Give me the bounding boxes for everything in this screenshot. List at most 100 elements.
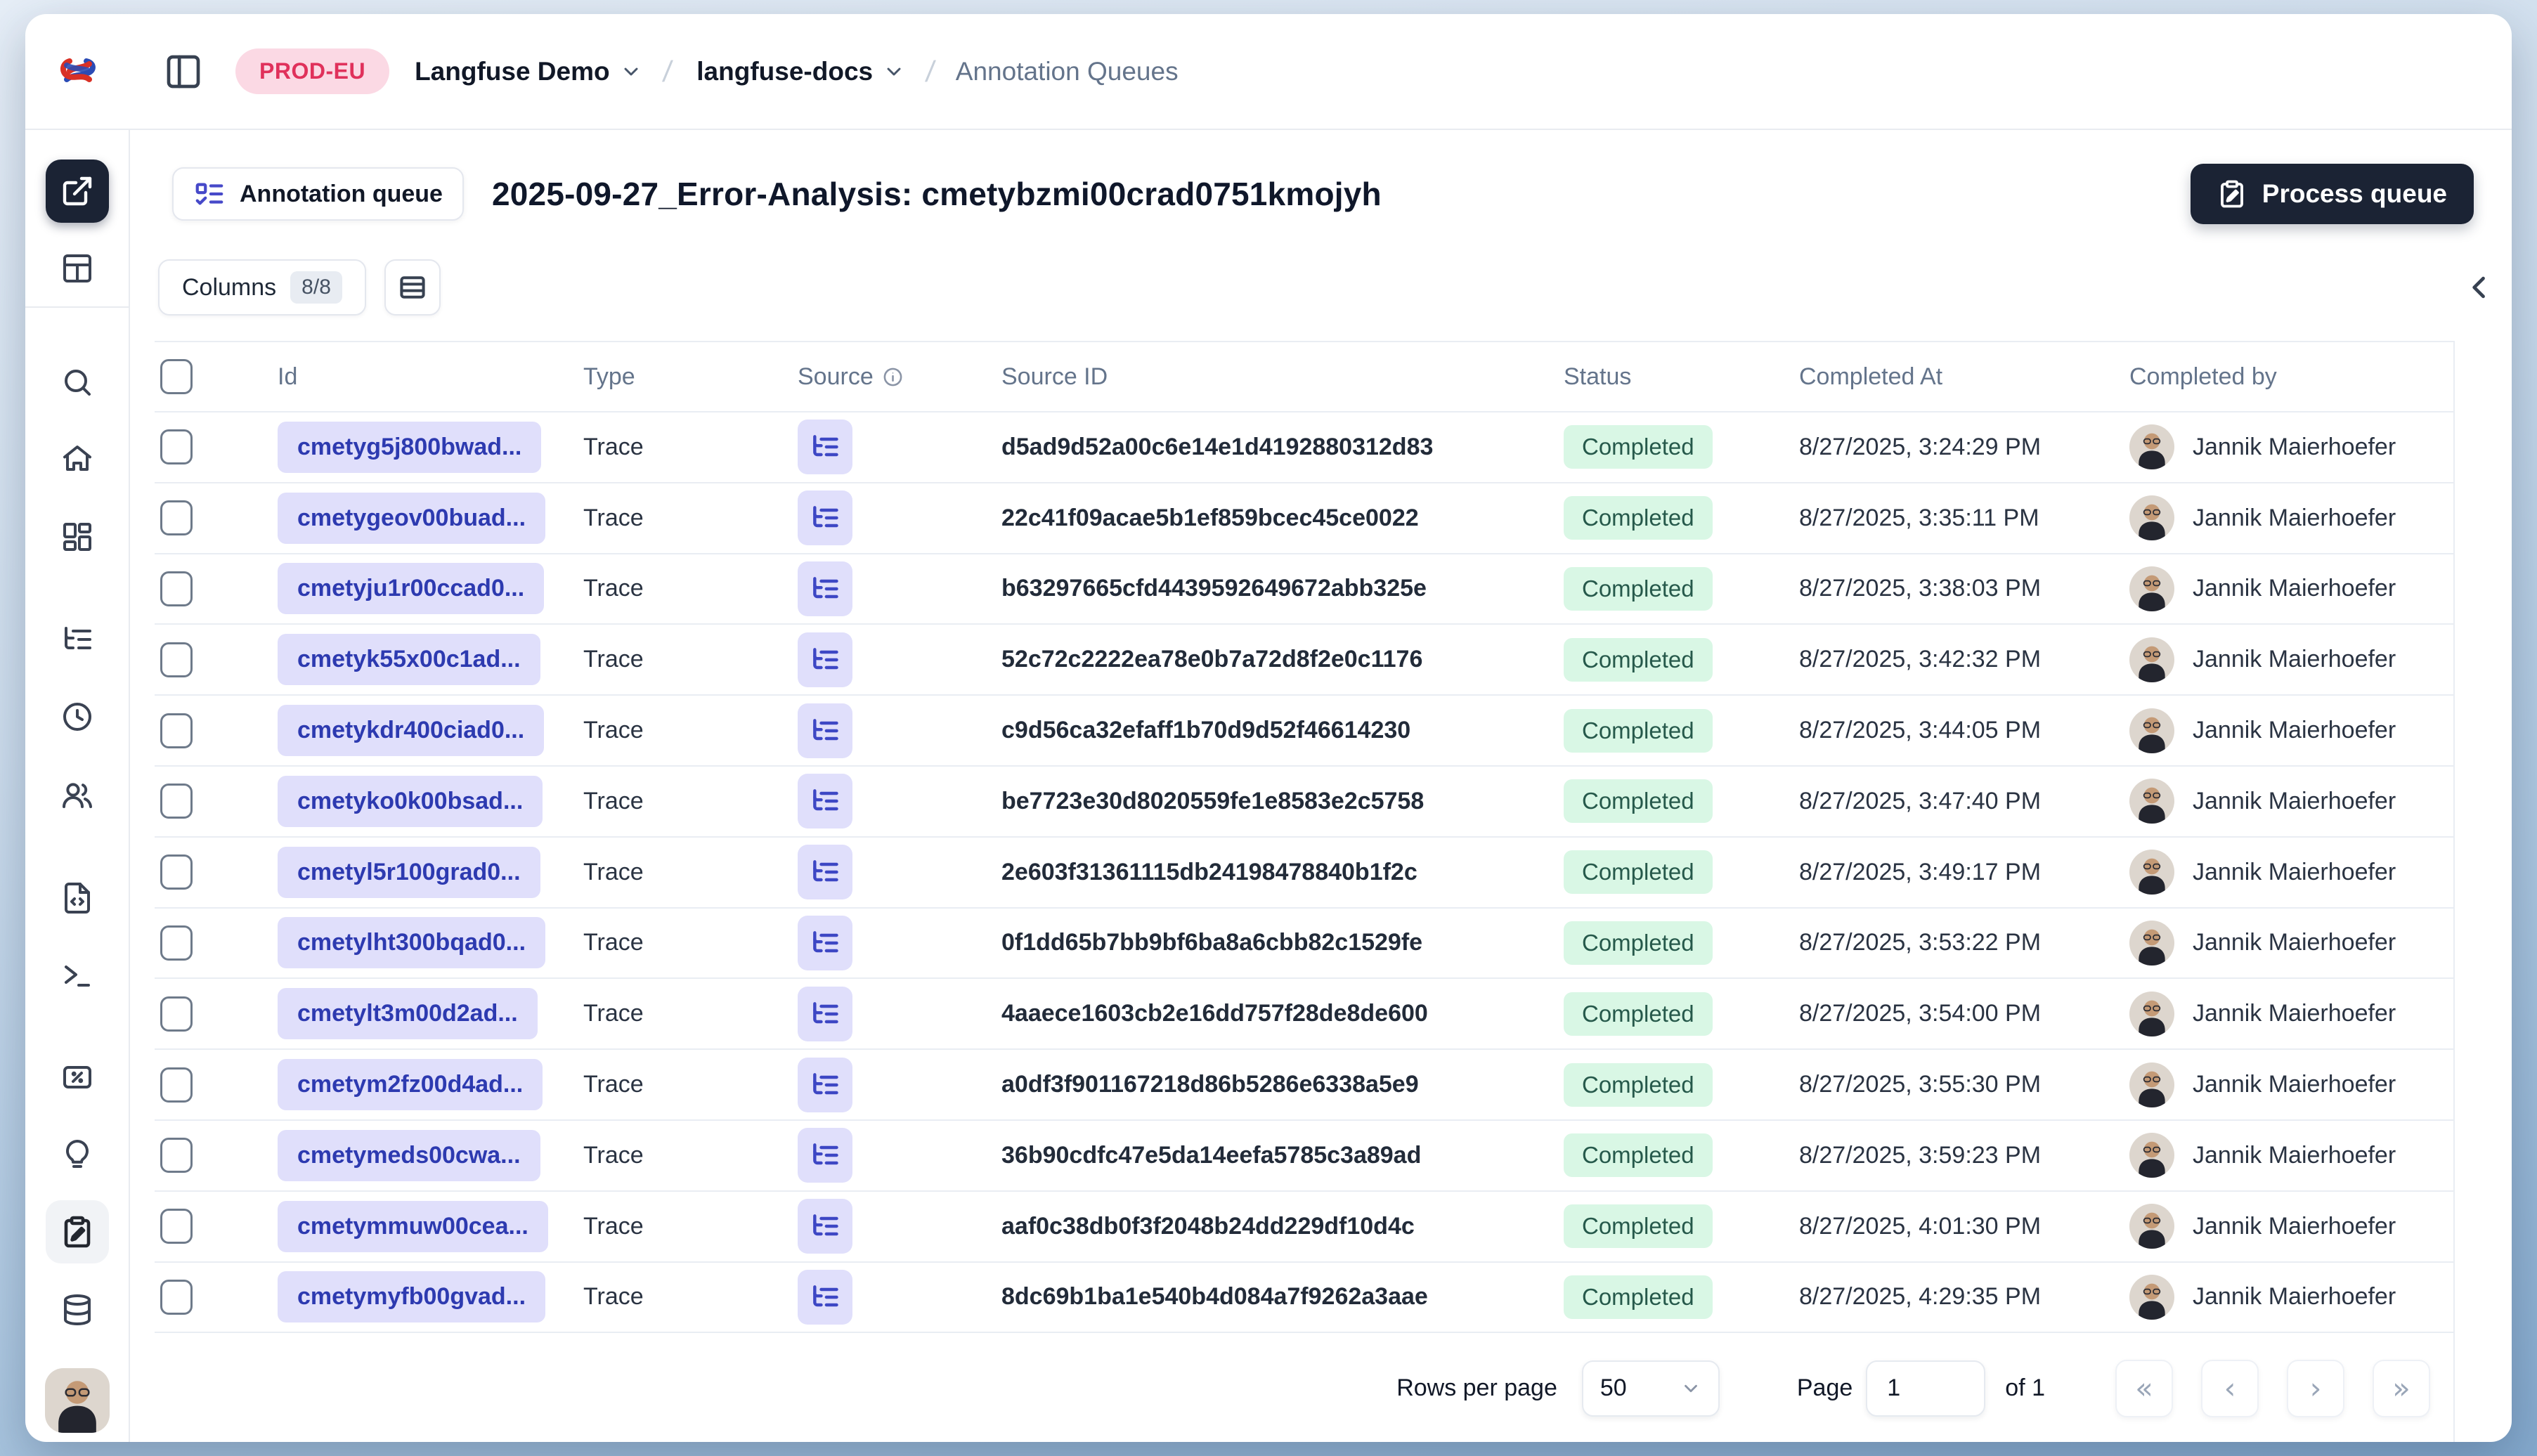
org-selector[interactable]: Langfuse Demo <box>415 57 610 86</box>
row-checkbox[interactable] <box>160 1209 193 1244</box>
header-type[interactable]: Type <box>583 363 798 391</box>
row-checkbox[interactable] <box>160 784 193 819</box>
row-id-link[interactable]: cmetyl5r100grad0... <box>278 846 540 898</box>
row-completed-at: 8/27/2025, 4:01:30 PM <box>1799 1212 2042 1240</box>
table-row[interactable]: cmetyk55x00c1ad... Trace 52c72c2222ea78e… <box>155 625 2453 696</box>
row-id-link[interactable]: cmetyk55x00c1ad... <box>278 634 540 686</box>
row-id-link[interactable]: cmetymmuw00cea... <box>278 1200 548 1252</box>
pagination-controls: « ‹ › » <box>2115 1359 2430 1417</box>
row-id-link[interactable]: cmetym2fz00d4ad... <box>278 1059 543 1111</box>
sidebar-item-search[interactable] <box>46 351 109 414</box>
table-row[interactable]: cmetymeds00cwa... Trace 36b90cdfc47e5da1… <box>155 1120 2453 1192</box>
row-checkbox[interactable] <box>160 500 193 536</box>
row-id-link[interactable]: cmetyko0k00bsad... <box>278 775 543 827</box>
trace-source-icon[interactable] <box>798 1269 852 1325</box>
first-page-button[interactable]: « <box>2115 1359 2173 1417</box>
row-completed-at: 8/27/2025, 3:42:32 PM <box>1799 646 2042 673</box>
sidebar-item-playground[interactable] <box>46 944 109 1007</box>
header-completed-at[interactable]: Completed At <box>1799 363 2129 391</box>
queue-type-badge[interactable]: Annotation queue <box>172 167 464 221</box>
trace-source-icon[interactable] <box>798 420 852 475</box>
table-row[interactable]: cmetyg5j800bwad... Trace d5ad9d52a00c6e1… <box>155 412 2453 483</box>
sidebar-item-tracing[interactable] <box>46 608 109 671</box>
sidebar-item-datasets[interactable] <box>46 1278 109 1341</box>
process-queue-button[interactable]: Process queue <box>2190 164 2474 224</box>
row-checkbox[interactable] <box>160 1138 193 1174</box>
row-checkbox[interactable] <box>160 713 193 748</box>
sidebar-item-home[interactable] <box>46 427 109 490</box>
table-row[interactable]: cmetygeov00buad... Trace 22c41f09acae5b1… <box>155 483 2453 554</box>
row-completed-at: 8/27/2025, 3:53:22 PM <box>1799 929 2042 956</box>
row-id-link[interactable]: cmetymyfb00gvad... <box>278 1271 546 1323</box>
select-all-checkbox[interactable] <box>160 359 193 394</box>
page-number-input[interactable] <box>1866 1360 1986 1417</box>
row-id-link[interactable]: cmetymeds00cwa... <box>278 1129 540 1181</box>
chevron-down-icon[interactable] <box>883 60 905 83</box>
next-page-button[interactable]: › <box>2287 1359 2344 1417</box>
trace-source-icon[interactable] <box>798 490 852 546</box>
trace-source-icon[interactable] <box>798 915 852 970</box>
header-source[interactable]: Source <box>798 363 1001 391</box>
trace-source-icon[interactable] <box>798 1199 852 1254</box>
trace-source-icon[interactable] <box>798 1057 852 1112</box>
table-row[interactable]: cmetylt3m00d2ad... Trace 4aaece1603cb2e1… <box>155 979 2453 1051</box>
sidebar-item-dashboard[interactable] <box>46 505 109 568</box>
table-row[interactable]: cmetyko0k00bsad... Trace be7723e30d80205… <box>155 766 2453 838</box>
previous-page-button[interactable]: ‹ <box>2201 1359 2259 1417</box>
header-completed-by[interactable]: Completed by <box>2129 363 2455 391</box>
trace-source-icon[interactable] <box>798 632 852 687</box>
row-height-button[interactable] <box>384 259 441 316</box>
row-checkbox[interactable] <box>160 1067 193 1103</box>
row-id-link[interactable]: cmetyju1r00ccad0... <box>278 563 545 615</box>
row-completed-by: Jannik Maierhoefer <box>2193 717 2396 744</box>
sidebar-item-open-external[interactable] <box>45 160 109 223</box>
row-id-link[interactable]: cmetylht300bqad0... <box>278 917 546 969</box>
table-row[interactable]: cmetyl5r100grad0... Trace 2e603f31361115… <box>155 837 2453 909</box>
project-selector[interactable]: langfuse-docs <box>696 57 873 86</box>
row-checkbox[interactable] <box>160 996 193 1032</box>
table-row[interactable]: cmetymmuw00cea... Trace aaf0c38db0f3f204… <box>155 1191 2453 1263</box>
sidebar-item-insights[interactable] <box>46 1123 109 1186</box>
trace-source-icon[interactable] <box>798 1128 852 1183</box>
row-id-link[interactable]: cmetykdr400ciad0... <box>278 705 545 757</box>
sidebar-item-prompts[interactable] <box>46 866 109 930</box>
row-checkbox[interactable] <box>160 571 193 606</box>
sidebar-item-sessions[interactable] <box>46 685 109 748</box>
langfuse-knot-logo[interactable] <box>58 56 98 88</box>
user-avatar[interactable] <box>44 1368 110 1433</box>
row-checkbox[interactable] <box>160 1279 193 1315</box>
trace-source-icon[interactable] <box>798 561 852 616</box>
header-source-id[interactable]: Source ID <box>1001 363 1546 391</box>
row-checkbox[interactable] <box>160 854 193 890</box>
last-page-button[interactable]: » <box>2373 1359 2430 1417</box>
row-checkbox[interactable] <box>160 925 193 961</box>
sidebar-item-annotation-queues[interactable] <box>45 1200 109 1263</box>
header-id[interactable]: Id <box>278 363 583 391</box>
rows-per-page-select[interactable]: 50 <box>1581 1360 1720 1417</box>
table-row[interactable]: cmetym2fz00d4ad... Trace a0df3f901167218… <box>155 1050 2453 1121</box>
table-row[interactable]: cmetymyfb00gvad... Trace 8dc69b1ba1e540b… <box>155 1262 2453 1334</box>
status-badge: Completed <box>1564 850 1713 895</box>
trace-source-icon[interactable] <box>798 703 852 758</box>
table-row[interactable]: cmetyju1r00ccad0... Trace b63297665cfd44… <box>155 554 2453 625</box>
columns-button[interactable]: Columns 8/8 <box>158 259 366 316</box>
sidebar-toggle-button[interactable] <box>164 52 203 91</box>
sidebar-item-evaluation[interactable] <box>46 1046 109 1109</box>
row-checkbox[interactable] <box>160 429 193 465</box>
header-status[interactable]: Status <box>1546 363 1799 391</box>
trace-source-icon[interactable] <box>798 845 852 900</box>
info-icon[interactable] <box>882 366 904 388</box>
table-row[interactable]: cmetykdr400ciad0... Trace c9d56ca32efaff… <box>155 696 2453 767</box>
environment-badge[interactable]: PROD-EU <box>235 48 390 94</box>
row-id-link[interactable]: cmetygeov00buad... <box>278 492 546 544</box>
row-id-link[interactable]: cmetyg5j800bwad... <box>278 421 542 473</box>
table-row[interactable]: cmetylht300bqad0... Trace 0f1dd65b7bb9bf… <box>155 908 2453 980</box>
chevron-down-icon[interactable] <box>620 60 642 83</box>
sidebar-item-table-view[interactable] <box>46 237 109 300</box>
row-id-link[interactable]: cmetylt3m00d2ad... <box>278 988 538 1040</box>
sidebar-item-users[interactable] <box>46 764 109 827</box>
trace-source-icon[interactable] <box>798 986 852 1041</box>
trace-source-icon[interactable] <box>798 774 852 829</box>
collapse-panel-button[interactable] <box>2463 265 2496 310</box>
row-checkbox[interactable] <box>160 642 193 677</box>
